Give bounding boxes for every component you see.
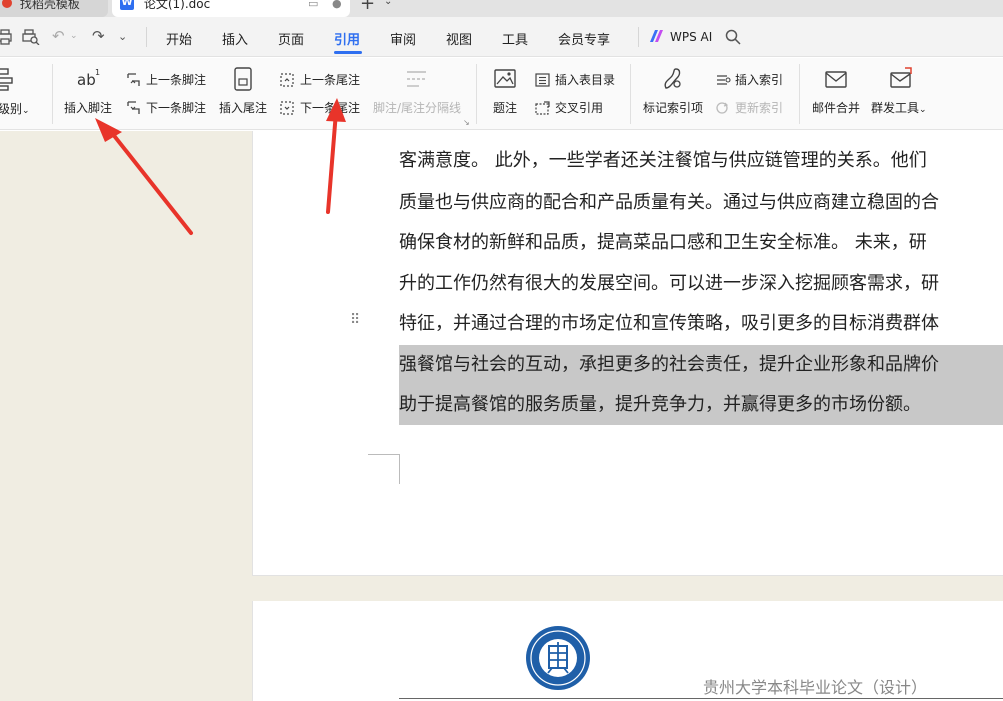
ribbon-divider xyxy=(799,64,800,124)
menu-review[interactable]: 审阅 xyxy=(390,29,416,48)
prev-endnote-icon xyxy=(280,72,294,87)
tab-modified-dot-icon[interactable]: ● xyxy=(332,0,342,14)
cross-reference-icon xyxy=(535,100,550,115)
next-endnote-label: 下一条尾注 xyxy=(300,101,361,115)
print-icon[interactable] xyxy=(0,29,12,45)
insert-footnote-icon[interactable]: ab 1 xyxy=(76,66,102,92)
page-header-title: 贵州大学本科毕业论文（设计） xyxy=(703,678,928,697)
undo-icon[interactable]: ↶ xyxy=(52,27,65,45)
prev-footnote-icon xyxy=(127,72,140,86)
active-menu-indicator xyxy=(334,51,362,54)
svg-text:1: 1 xyxy=(95,68,100,77)
toc-level-button[interactable]: 级别⌄ xyxy=(0,100,30,117)
tab-document[interactable]: W 论文(1).doc ▭ ● xyxy=(112,0,350,17)
wps-writer-icon: W xyxy=(120,0,134,10)
prev-endnote-label: 上一条尾注 xyxy=(300,73,361,87)
insert-endnote-button[interactable]: 插入尾注 xyxy=(219,99,267,116)
menu-references[interactable]: 引用 xyxy=(334,29,360,48)
menu-insert[interactable]: 插入 xyxy=(222,29,248,48)
svg-text:ab: ab xyxy=(77,71,96,89)
redo-icon[interactable]: ↷ xyxy=(92,27,105,45)
paragraph-line[interactable]: 特征，并通过合理的市场定位和宣传策略，吸引更多的目标消费群体 xyxy=(399,304,939,344)
paragraph-line[interactable]: 客满意度。 此外，一些学者还关注餐馆与供应链管理的关系。他们 xyxy=(399,141,927,181)
next-footnote-label: 下一条脚注 xyxy=(146,101,207,115)
paragraph-line[interactable]: 升的工作仍然有很大的发展空间。可以进一步深入挖掘顾客需求，研 xyxy=(399,264,939,304)
menu-home[interactable]: 开始 xyxy=(166,29,192,48)
ribbon-divider xyxy=(630,64,631,124)
quick-access-more-icon[interactable]: ⌄ xyxy=(118,30,127,43)
caption-icon[interactable] xyxy=(492,66,518,92)
paragraph-line[interactable]: 质量也与供应商的配合和产品质量有关。通过与供应商建立稳固的合 xyxy=(399,183,939,223)
footnote-dialog-launcher-icon[interactable]: ↘ xyxy=(463,118,470,127)
menu-divider xyxy=(638,27,639,47)
template-icon xyxy=(2,0,12,8)
new-tab-button[interactable]: + xyxy=(360,0,375,13)
prev-footnote-label: 上一条脚注 xyxy=(146,73,207,87)
cross-reference-button[interactable]: 交叉引用 xyxy=(535,99,603,116)
insert-index-label: 插入索引 xyxy=(735,73,784,87)
next-footnote-button[interactable]: 下一条脚注 xyxy=(126,99,206,116)
new-tab-menu-chevron-icon[interactable]: ⌄ xyxy=(384,0,392,7)
undo-menu-chevron-icon[interactable]: ⌄ xyxy=(70,31,78,41)
paragraph-drag-handle-icon[interactable]: ⠿ xyxy=(350,313,360,327)
group-send-tools-icon[interactable] xyxy=(888,66,914,92)
ribbon-divider xyxy=(52,64,53,124)
toc-level-chevron-icon: ⌄ xyxy=(22,106,30,116)
group-send-tools-label: 群发工具 xyxy=(871,101,920,115)
menu-view[interactable]: 视图 xyxy=(446,29,472,48)
tab-template-label: 找稻壳模板 xyxy=(19,0,80,11)
wps-ai-logo-icon xyxy=(650,30,663,42)
page-header-rule xyxy=(399,698,1003,699)
mail-merge-button[interactable]: 邮件合并 xyxy=(812,99,860,116)
footnote-separator-button[interactable]: 脚注/尾注分隔线 xyxy=(373,99,461,116)
university-seal-logo xyxy=(526,626,590,690)
table-of-figures-icon xyxy=(535,72,550,87)
insert-index-button[interactable]: 插入索引 xyxy=(715,71,783,88)
menu-page[interactable]: 页面 xyxy=(278,29,304,48)
insert-footnote-button[interactable]: 插入脚注 xyxy=(64,99,112,116)
paragraph-line[interactable]: 确保食材的新鲜和品质，提高菜品口感和卫生安全标准。 未来，研 xyxy=(399,223,927,263)
insert-index-icon xyxy=(717,74,731,85)
footnote-separator-icon[interactable] xyxy=(404,66,430,92)
wps-ai-button[interactable]: WPS AI xyxy=(650,29,712,44)
caption-button[interactable]: 题注 xyxy=(493,99,517,116)
insert-table-of-figures-button[interactable]: 插入表目录 xyxy=(535,71,615,88)
print-preview-icon[interactable] xyxy=(22,29,40,45)
tab-template[interactable]: 找稻壳模板 xyxy=(0,0,108,17)
group-send-tools-button[interactable]: 群发工具⌄ xyxy=(871,99,927,116)
toc-level-icon[interactable] xyxy=(0,66,18,92)
page-margin-corner-mark xyxy=(368,454,400,484)
search-icon[interactable] xyxy=(725,29,741,45)
ribbon-references: 级别⌄ ab 1 插入脚注 上一条脚注 下一条脚注 插入尾注 上一条尾注 下一条… xyxy=(0,58,1003,130)
wps-ai-label: WPS AI xyxy=(670,30,713,44)
toc-level-label: 级别 xyxy=(0,102,23,116)
mark-index-entry-icon[interactable] xyxy=(660,66,686,92)
update-index-button[interactable]: 更新索引 xyxy=(715,99,783,116)
tab-bar: 找稻壳模板 W 论文(1).doc ▭ ● + ⌄ xyxy=(0,0,1003,17)
prev-footnote-button[interactable]: 上一条脚注 xyxy=(126,71,206,88)
next-footnote-icon xyxy=(127,100,140,114)
tab-window-icon[interactable]: ▭ xyxy=(308,0,318,14)
ribbon-divider xyxy=(476,64,477,124)
next-endnote-button[interactable]: 下一条尾注 xyxy=(280,99,360,116)
prev-endnote-button[interactable]: 上一条尾注 xyxy=(280,71,360,88)
menu-bar: ↶ ⌄ ↷ ⌄ 开始 插入 页面 引用 审阅 视图 工具 会员专享 WPS AI xyxy=(0,17,1003,57)
insert-endnote-icon[interactable] xyxy=(230,66,256,92)
paragraph-line-selected[interactable]: 强餐馆与社会的互动，承担更多的社会责任，提升企业形象和品牌价 xyxy=(399,345,1003,385)
mark-index-entry-button[interactable]: 标记索引项 xyxy=(643,99,703,116)
group-send-tools-chevron-icon: ⌄ xyxy=(919,105,927,115)
tab-document-label: 论文(1).doc xyxy=(143,0,211,11)
cross-reference-label: 交叉引用 xyxy=(555,101,604,115)
menu-divider xyxy=(146,27,147,47)
update-index-label: 更新索引 xyxy=(735,101,784,115)
insert-table-of-figures-label: 插入表目录 xyxy=(555,73,616,87)
menu-tools[interactable]: 工具 xyxy=(502,29,528,48)
mail-merge-icon[interactable] xyxy=(823,66,849,92)
paragraph-line-selected[interactable]: 助于提高餐馆的服务质量，提升竞争力，并赢得更多的市场份额。 xyxy=(399,385,1003,425)
update-index-icon xyxy=(716,101,729,114)
next-endnote-icon xyxy=(280,100,294,115)
menu-membership[interactable]: 会员专享 xyxy=(558,29,610,48)
